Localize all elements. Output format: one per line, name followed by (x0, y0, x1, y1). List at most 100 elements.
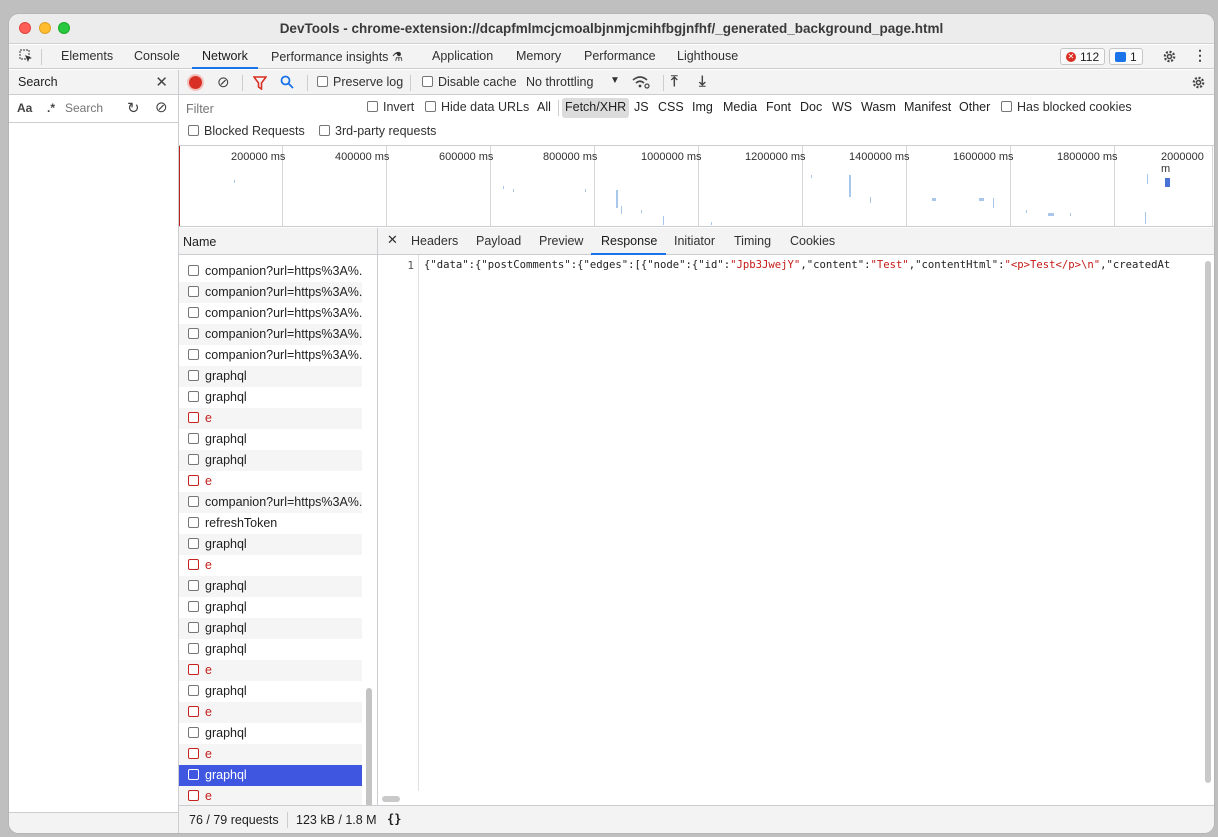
request-name: graphql (205, 432, 247, 446)
request-row[interactable]: e (179, 471, 362, 492)
tab-timing[interactable]: Timing (734, 234, 771, 248)
search-input[interactable] (65, 99, 121, 117)
tab-initiator[interactable]: Initiator (674, 234, 715, 248)
request-row[interactable]: graphql (179, 723, 362, 744)
type-filter-other[interactable]: Other (956, 98, 993, 118)
timeline-request-mark (663, 216, 664, 225)
more-options-icon[interactable]: ⋮ (1193, 47, 1207, 64)
response-vertical-scrollbar[interactable] (1205, 261, 1211, 783)
tab-elements[interactable]: Elements (61, 49, 113, 63)
request-name: graphql (205, 453, 247, 467)
clear-icon[interactable]: ⊘ (155, 98, 168, 116)
search-icon[interactable] (280, 75, 294, 89)
match-case-toggle[interactable]: Aa (17, 101, 32, 115)
hide-data-urls-checkbox[interactable]: Hide data URLs (425, 100, 529, 114)
settings-gear-icon[interactable] (1162, 49, 1177, 64)
request-row[interactable]: companion?url=https%3A%... (179, 492, 362, 513)
tab-application[interactable]: Application (432, 49, 493, 63)
request-row[interactable]: companion?url=https%3A%... (179, 324, 362, 345)
tab-performance[interactable]: Performance (584, 49, 656, 63)
request-row[interactable]: graphql (179, 765, 362, 786)
request-type-icon (188, 517, 199, 528)
request-name: graphql (205, 768, 247, 782)
tab-lighthouse[interactable]: Lighthouse (677, 49, 738, 63)
request-row[interactable]: companion?url=https%3A%... (179, 261, 362, 282)
type-filter-img[interactable]: Img (689, 98, 716, 118)
inspect-element-icon[interactable] (19, 49, 33, 63)
tab-console[interactable]: Console (134, 49, 180, 63)
clear-log-icon[interactable]: ⊘ (217, 73, 230, 91)
response-body[interactable]: {"data":{"postComments":{"edges":[{"node… (424, 259, 1197, 271)
request-row[interactable]: graphql (179, 597, 362, 618)
third-party-requests-checkbox[interactable]: 3rd-party requests (319, 124, 436, 138)
filter-icon[interactable] (253, 76, 267, 90)
tab-network[interactable]: Network (202, 49, 248, 63)
type-filter-manifest[interactable]: Manifest (901, 98, 954, 118)
filter-input[interactable] (183, 100, 346, 118)
type-filter-all[interactable]: All (534, 98, 554, 118)
type-filter-wasm[interactable]: Wasm (858, 98, 899, 118)
tab-performance-insights[interactable]: Performance insights ⚗ (271, 49, 403, 64)
tab-memory[interactable]: Memory (516, 49, 561, 63)
request-row[interactable]: e (179, 786, 362, 807)
request-type-icon (188, 433, 199, 444)
type-filter-media[interactable]: Media (720, 98, 760, 118)
preserve-log-checkbox[interactable]: Preserve log (317, 75, 403, 89)
type-filter-doc[interactable]: Doc (797, 98, 825, 118)
request-row[interactable]: e (179, 660, 362, 681)
tab-payload[interactable]: Payload (476, 234, 521, 248)
tab-response[interactable]: Response (601, 234, 657, 248)
type-filter-font[interactable]: Font (763, 98, 794, 118)
type-filter-css[interactable]: CSS (655, 98, 687, 118)
close-detail-icon[interactable]: ✕ (387, 232, 398, 248)
regex-toggle[interactable]: .* (47, 101, 55, 115)
messages-badge[interactable]: 1 (1109, 48, 1143, 65)
disable-cache-checkbox[interactable]: Disable cache (422, 75, 517, 89)
request-row[interactable]: graphql (179, 534, 362, 555)
request-row[interactable]: graphql (179, 681, 362, 702)
request-row[interactable]: graphql (179, 639, 362, 660)
request-name: companion?url=https%3A%... (205, 348, 362, 362)
has-blocked-cookies-checkbox[interactable]: Has blocked cookies (1001, 100, 1132, 114)
type-filter-ws[interactable]: WS (829, 98, 855, 118)
network-toolbar: ⊘ Preserve log Disable cache No throttli… (179, 70, 1214, 95)
request-row[interactable]: graphql (179, 450, 362, 471)
request-row[interactable]: graphql (179, 366, 362, 387)
tab-headers[interactable]: Headers (411, 234, 458, 248)
close-search-icon[interactable]: ✕ (155, 73, 168, 91)
request-row[interactable]: companion?url=https%3A%... (179, 303, 362, 324)
chevron-down-icon[interactable]: ▼ (610, 75, 620, 86)
request-row[interactable]: graphql (179, 429, 362, 450)
request-row[interactable]: companion?url=https%3A%... (179, 345, 362, 366)
invert-checkbox[interactable]: Invert (367, 100, 414, 114)
timeline-marker (179, 146, 180, 226)
pretty-print-button[interactable]: {} (387, 812, 401, 826)
refresh-icon[interactable]: ↻ (127, 99, 140, 117)
blocked-requests-checkbox[interactable]: Blocked Requests (188, 124, 305, 138)
request-row[interactable]: e (179, 744, 362, 765)
tab-cookies[interactable]: Cookies (790, 234, 835, 248)
request-row[interactable]: refreshToken (179, 513, 362, 534)
record-button[interactable] (189, 76, 202, 89)
name-column-header[interactable]: Name (179, 228, 377, 255)
request-row[interactable]: e (179, 702, 362, 723)
request-row[interactable]: e (179, 555, 362, 576)
throttling-select[interactable]: No throttling (526, 75, 593, 89)
export-har-icon[interactable]: ⤓ (699, 73, 706, 90)
request-row[interactable]: e (179, 408, 362, 429)
tab-preview[interactable]: Preview (539, 234, 583, 248)
network-conditions-icon[interactable] (632, 76, 650, 89)
timeline-request-mark (870, 197, 871, 203)
type-filter-js[interactable]: JS (631, 98, 652, 118)
import-har-icon[interactable]: ⤒ (671, 73, 678, 90)
response-horizontal-scrollbar[interactable] (382, 796, 400, 802)
active-detail-tab-indicator (591, 253, 666, 255)
request-row[interactable]: graphql (179, 618, 362, 639)
timeline-overview[interactable]: 200000 ms 400000 ms 600000 ms 800000 ms … (179, 146, 1214, 227)
errors-badge[interactable]: ✕ 112 (1060, 48, 1106, 65)
request-row[interactable]: graphql (179, 576, 362, 597)
type-filter-fetch-xhr[interactable]: Fetch/XHR (562, 98, 630, 118)
request-row[interactable]: companion?url=https%3A%... (179, 282, 362, 303)
network-settings-gear-icon[interactable] (1191, 75, 1206, 90)
request-row[interactable]: graphql (179, 387, 362, 408)
